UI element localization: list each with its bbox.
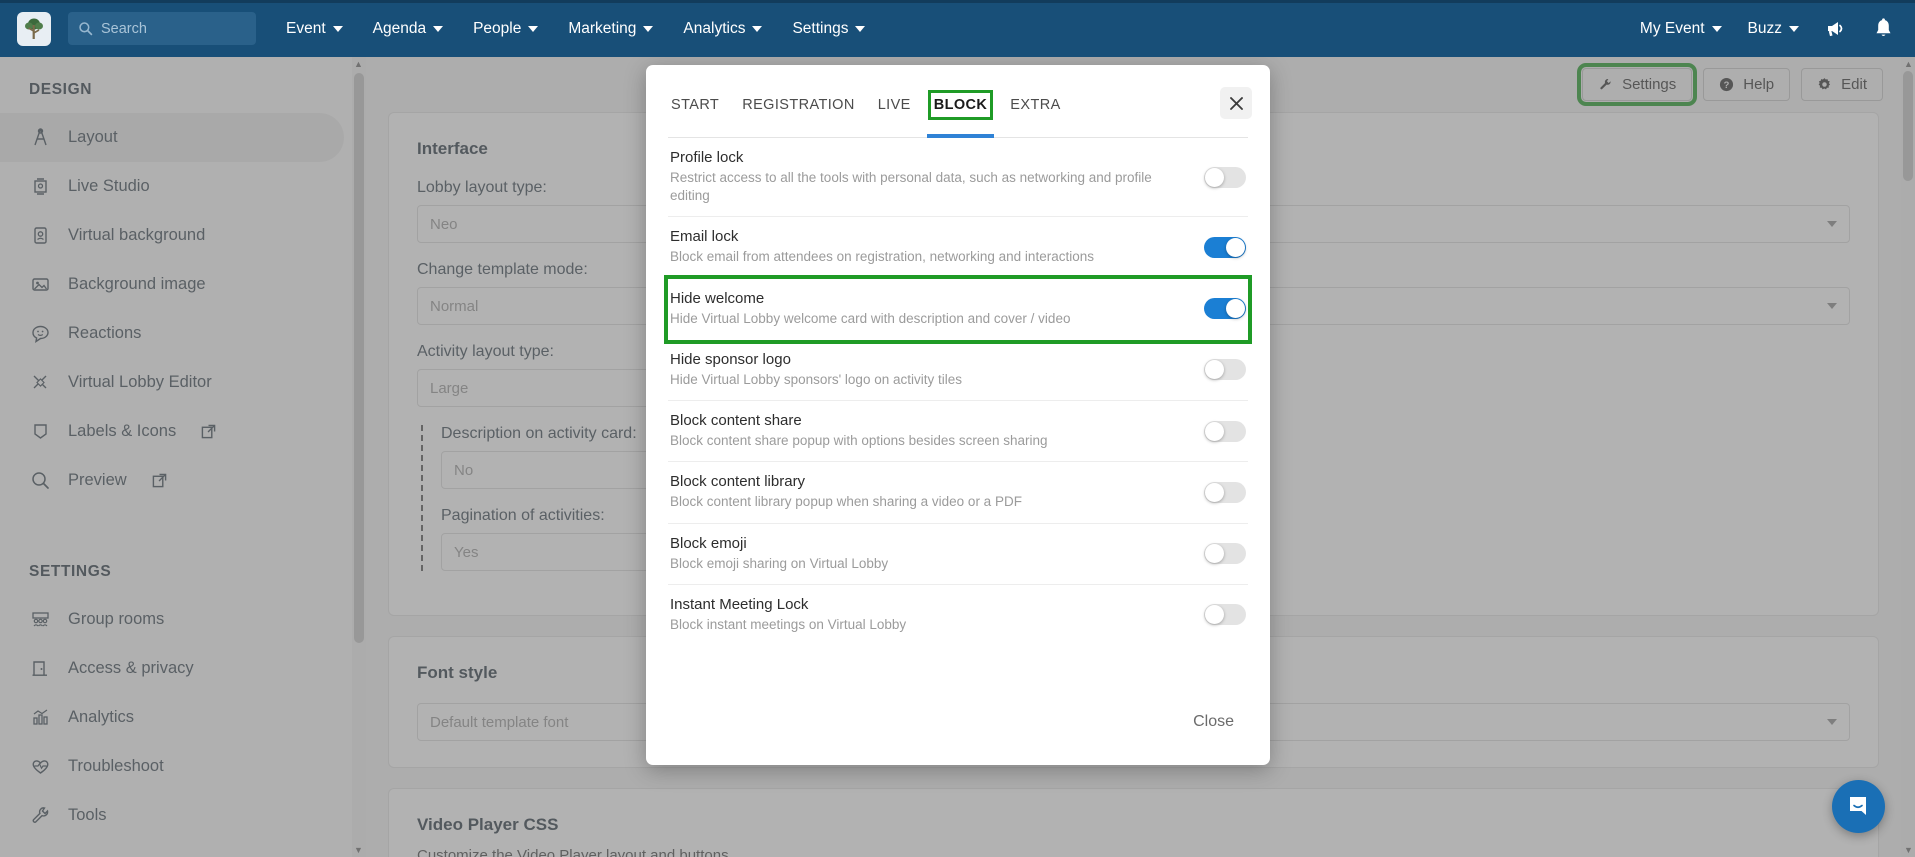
setting-text: Block content share Block content share …	[670, 412, 1204, 450]
nav-my-event-label: My Event	[1639, 19, 1705, 37]
toggle-profile-lock[interactable]	[1204, 166, 1246, 188]
chevron-down-icon	[528, 25, 539, 32]
toggle-knob	[1205, 605, 1224, 625]
nav-analytics-label: Analytics	[683, 19, 746, 37]
setting-row-instant-meeting-lock[interactable]: Instant Meeting Lock Block instant meeti…	[668, 585, 1248, 645]
intercom-launcher[interactable]	[1832, 780, 1885, 833]
setting-row-block-content-share[interactable]: Block content share Block content share …	[668, 401, 1248, 463]
modal-close-button[interactable]	[1220, 87, 1252, 119]
setting-description: Hide Virtual Lobby sponsors' logo on act…	[670, 371, 962, 387]
toggle-block-content-share[interactable]	[1204, 420, 1246, 442]
close-icon	[1229, 96, 1243, 110]
toggle-block-content-library[interactable]	[1204, 481, 1246, 503]
nav-marketing-label: Marketing	[568, 19, 637, 37]
tab-registration[interactable]: REGISTRATION	[739, 93, 857, 117]
nav-buzz-label: Buzz	[1747, 19, 1782, 37]
setting-row-hide-welcome[interactable]: Hide welcome Hide Virtual Lobby welcome …	[664, 274, 1252, 344]
top-navigation-bar: Event Agenda People Marketing Analytics …	[0, 0, 1915, 57]
toggle-instant-meeting-lock[interactable]	[1204, 604, 1246, 626]
setting-text: Hide welcome Hide Virtual Lobby welcome …	[670, 290, 1204, 328]
nav-items: Event Agenda People Marketing Analytics …	[286, 19, 866, 38]
nav-my-event[interactable]: My Event	[1640, 20, 1722, 38]
toggle-knob	[1205, 544, 1224, 564]
chevron-down-icon	[332, 25, 343, 32]
setting-row-block-emoji[interactable]: Block emoji Block emoji sharing on Virtu…	[668, 524, 1248, 585]
modal-footer: Close	[646, 705, 1270, 765]
chevron-down-icon	[752, 25, 763, 32]
chevron-down-icon	[1711, 25, 1722, 32]
nav-people-label: People	[473, 19, 522, 37]
setting-row-block-content-library[interactable]: Block content library Block content libr…	[668, 462, 1248, 524]
setting-title: Instant Meeting Lock	[670, 595, 809, 613]
chevron-down-icon	[1789, 25, 1799, 32]
setting-description: Block instant meetings on Virtual Lobby	[670, 616, 907, 632]
tab-block[interactable]: BLOCK	[926, 90, 994, 138]
modal-tabs: START REGISTRATION LIVE BLOCK EXTRA	[668, 87, 1064, 138]
close-link[interactable]: Close	[1187, 705, 1240, 739]
tab-live[interactable]: LIVE	[875, 93, 914, 117]
setting-title: Email lock	[670, 228, 739, 246]
nav-marketing[interactable]: Marketing	[568, 19, 654, 38]
toggle-knob	[1226, 238, 1245, 258]
toggle-hide-sponsor-logo[interactable]	[1204, 359, 1246, 381]
toggle-knob	[1205, 360, 1224, 380]
setting-title: Block content share	[670, 412, 802, 430]
setting-description: Hide Virtual Lobby welcome card with des…	[670, 310, 1071, 326]
bell-icon[interactable]	[1874, 17, 1893, 40]
setting-description: Block emoji sharing on Virtual Lobby	[670, 555, 889, 571]
setting-title: Hide welcome	[670, 289, 765, 307]
setting-description: Block content share popup with options b…	[670, 433, 1048, 449]
chat-bubble-icon	[1850, 797, 1866, 815]
toggle-email-lock[interactable]	[1204, 237, 1246, 259]
setting-description: Restrict access to all the tools with pe…	[670, 170, 1152, 204]
nav-right-group: My Event Buzz	[1640, 17, 1915, 40]
setting-text: Profile lock Restrict access to all the …	[670, 149, 1204, 205]
megaphone-icon[interactable]	[1825, 18, 1848, 39]
setting-text: Email lock Block email from attendees on…	[670, 228, 1204, 266]
setting-description: Block email from attendees on registrati…	[670, 249, 1094, 265]
toggle-block-emoji[interactable]	[1204, 543, 1246, 565]
nav-agenda-label: Agenda	[372, 19, 427, 37]
nav-people[interactable]: People	[473, 19, 539, 38]
setting-text: Block emoji Block emoji sharing on Virtu…	[670, 535, 1204, 573]
setting-title: Hide sponsor logo	[670, 350, 791, 368]
nav-agenda[interactable]: Agenda	[372, 19, 444, 38]
chevron-down-icon	[643, 25, 654, 32]
inevent-logo[interactable]	[17, 11, 51, 46]
toggle-knob	[1205, 421, 1224, 441]
setting-text: Instant Meeting Lock Block instant meeti…	[670, 596, 1204, 634]
setting-text: Block content library Block content libr…	[670, 473, 1204, 511]
setting-row-profile-lock[interactable]: Profile lock Restrict access to all the …	[668, 138, 1248, 218]
setting-description: Block content library popup when sharing…	[670, 494, 1022, 510]
chevron-down-icon	[433, 25, 444, 32]
toggle-knob	[1205, 482, 1224, 502]
toggle-knob	[1226, 299, 1245, 319]
nav-analytics[interactable]: Analytics	[683, 19, 763, 38]
chevron-down-icon	[855, 25, 866, 32]
app-root: Event Agenda People Marketing Analytics …	[0, 0, 1915, 857]
nav-event-label: Event	[286, 19, 326, 37]
search-icon	[79, 22, 93, 36]
tab-extra[interactable]: EXTRA	[1007, 93, 1063, 117]
nav-buzz[interactable]: Buzz	[1748, 20, 1799, 38]
toggle-knob	[1205, 167, 1224, 187]
modal-header: START REGISTRATION LIVE BLOCK EXTRA	[646, 65, 1270, 138]
setting-row-hide-sponsor-logo[interactable]: Hide sponsor logo Hide Virtual Lobby spo…	[668, 340, 1248, 402]
setting-title: Block emoji	[670, 534, 747, 552]
setting-row-email-lock[interactable]: Email lock Block email from attendees on…	[668, 217, 1248, 279]
nav-event[interactable]: Event	[286, 20, 343, 38]
setting-title: Block content library	[670, 473, 806, 491]
block-settings-modal: START REGISTRATION LIVE BLOCK EXTRA Prof…	[646, 65, 1270, 765]
tab-start[interactable]: START	[668, 93, 722, 117]
search-input[interactable]	[101, 20, 231, 37]
search-box[interactable]	[68, 12, 256, 45]
setting-title: Profile lock	[670, 149, 744, 166]
nav-settings-label: Settings	[792, 19, 849, 37]
block-settings-list: Profile lock Restrict access to all the …	[646, 138, 1270, 705]
nav-settings[interactable]: Settings	[792, 19, 866, 38]
toggle-hide-welcome[interactable]	[1204, 298, 1246, 320]
setting-text: Hide sponsor logo Hide Virtual Lobby spo…	[670, 351, 1204, 389]
